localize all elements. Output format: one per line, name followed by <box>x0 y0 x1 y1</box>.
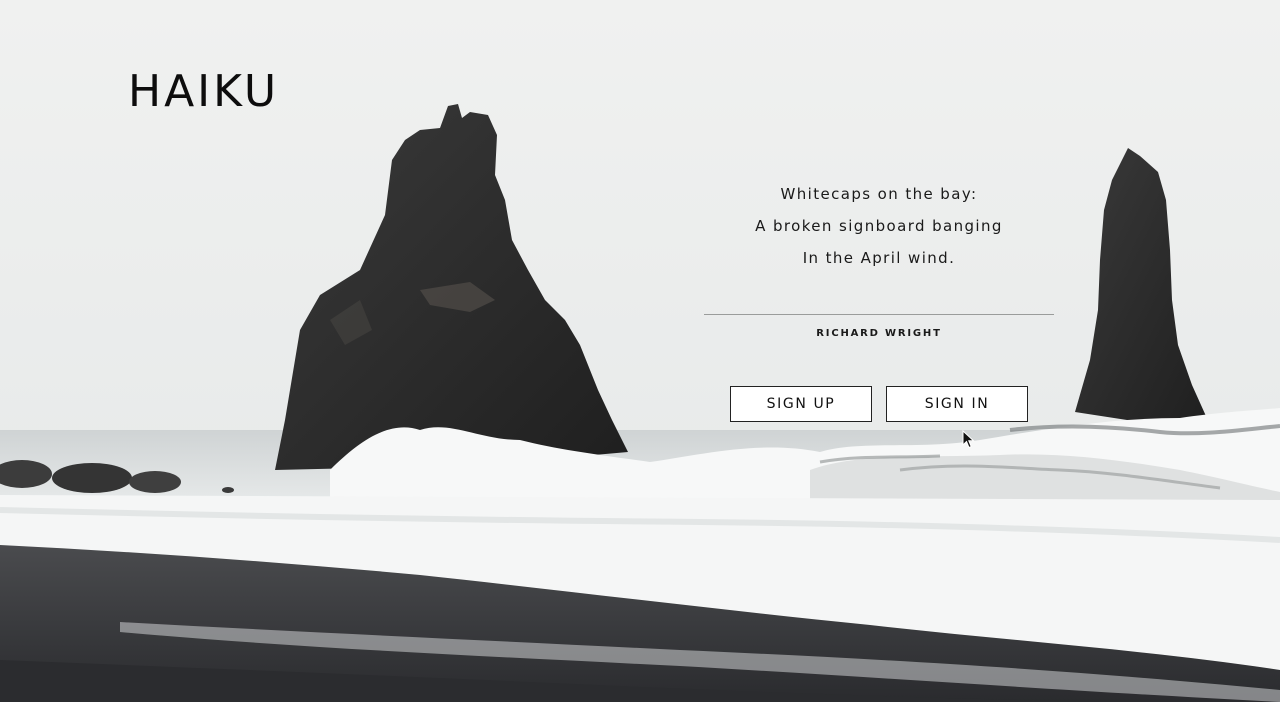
landing-page: HAIKU Whitecaps on the bay: A broken sig… <box>0 0 1280 702</box>
poem-author: RICHARD WRIGHT <box>816 328 942 339</box>
poem-line-3: In the April wind. <box>802 249 956 267</box>
sign-in-button[interactable]: SIGN IN <box>886 386 1028 422</box>
haiku-poem: Whitecaps on the bay: A broken signboard… <box>704 178 1054 274</box>
poem-divider <box>704 314 1054 315</box>
sign-up-button[interactable]: SIGN UP <box>730 386 872 422</box>
poem-line-2: A broken signboard banging <box>755 217 1003 235</box>
poem-line-1: Whitecaps on the bay: <box>780 185 978 203</box>
mouse-pointer-icon <box>962 430 975 449</box>
brand-logo[interactable]: HAIKU <box>128 66 279 118</box>
